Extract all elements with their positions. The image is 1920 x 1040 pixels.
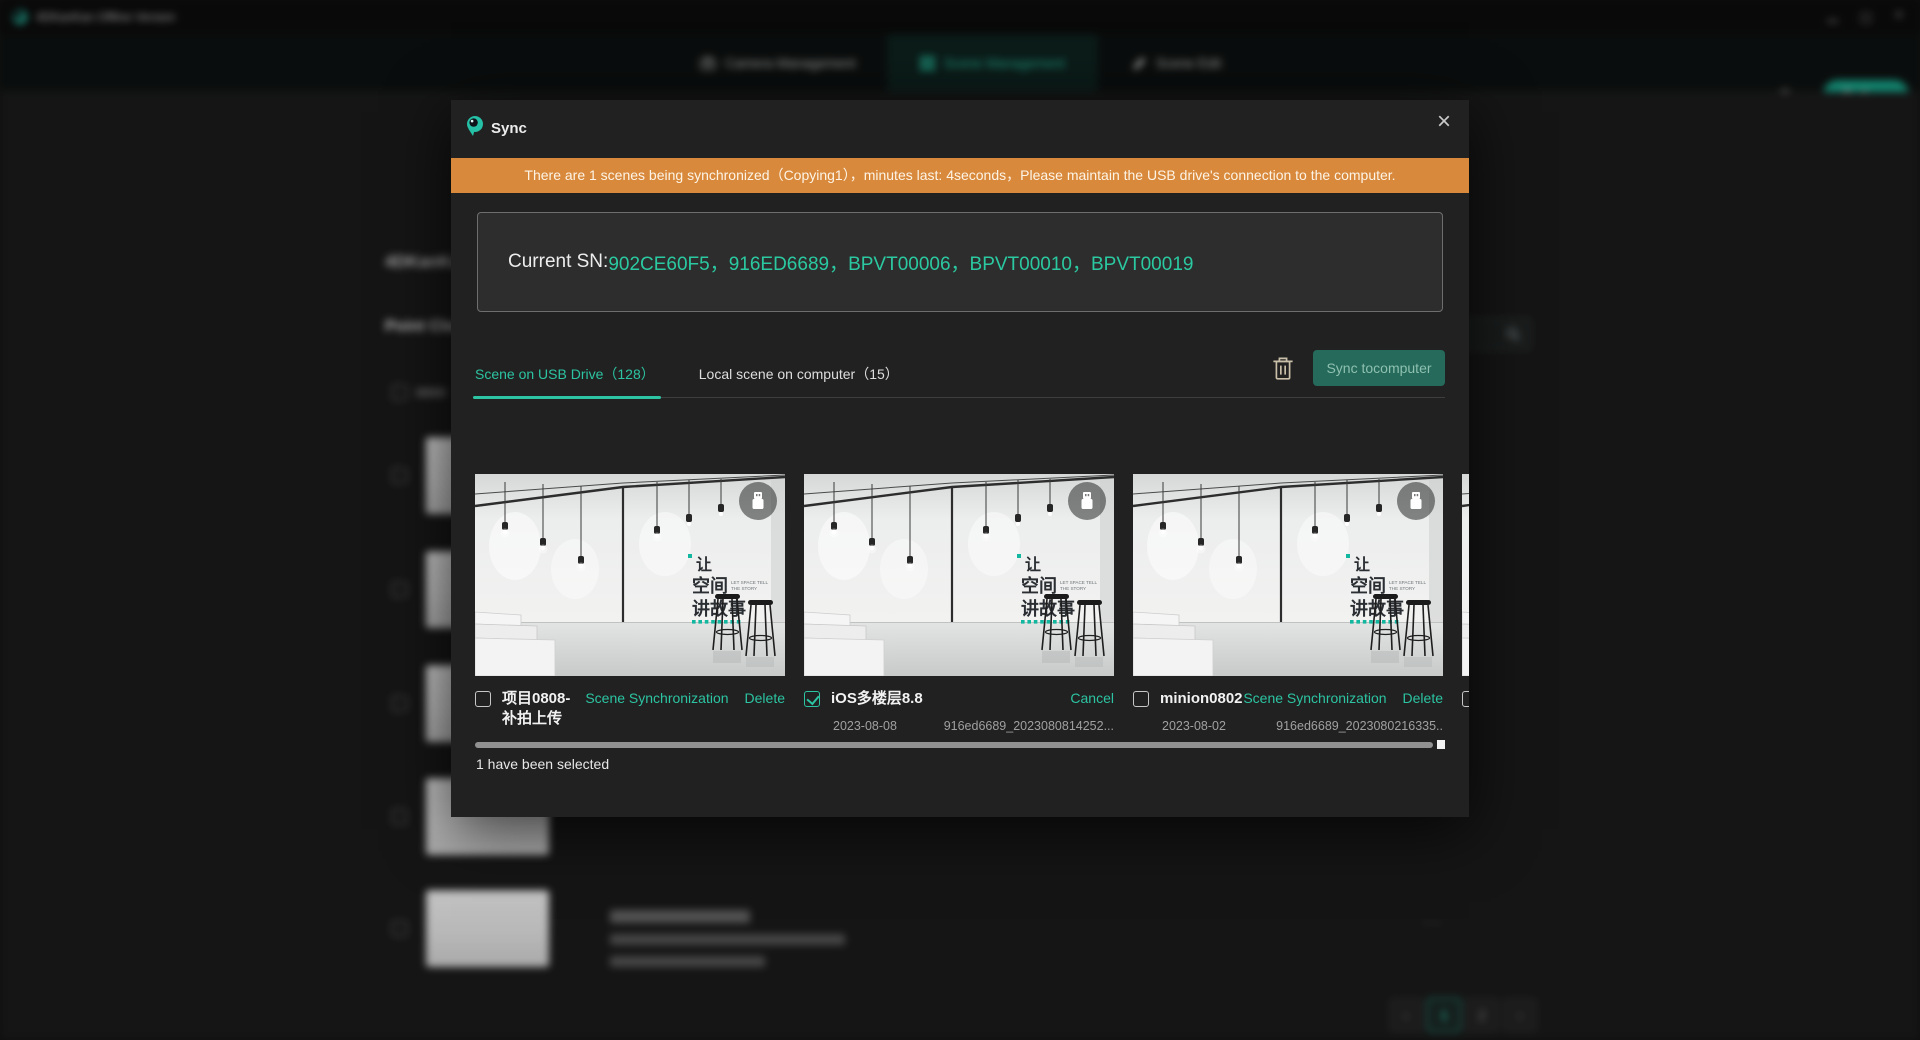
scene-delete-link[interactable]: Delete <box>1403 690 1443 706</box>
scene-delete-link[interactable]: Delete <box>745 690 785 706</box>
scrollbar-end <box>1437 740 1445 749</box>
usb-upload-badge-icon <box>1068 482 1106 520</box>
scene-sync-link[interactable]: Scene Synchronization <box>1243 690 1386 706</box>
tab-local-scenes[interactable]: Local scene on computer（15） <box>699 358 899 397</box>
scene-checkbox[interactable] <box>1133 691 1149 707</box>
sync-dialog: Sync × There are 1 scenes being synchron… <box>451 100 1469 817</box>
current-sn-box: Current SN: 902CE60F5，916ED6689，BPVT0000… <box>477 212 1443 312</box>
trash-icon[interactable] <box>1271 354 1295 382</box>
scene-title: iOS多楼层8.8 <box>831 689 923 709</box>
usb-upload-badge-icon <box>739 482 777 520</box>
scene-source-tabs: Scene on USB Drive（128） Local scene on c… <box>475 358 1445 398</box>
sync-to-computer-button[interactable]: Sync tocomputer <box>1313 350 1445 386</box>
scene-checkbox <box>1462 691 1469 707</box>
dialog-logo-icon <box>465 115 485 137</box>
close-dialog-icon[interactable]: × <box>1437 110 1451 134</box>
scene-card: minion0802 Scene Synchronization Delete … <box>1133 474 1443 739</box>
scrollbar-thumb[interactable] <box>475 742 1433 748</box>
scene-filename: 916ed6689_2023080814252... <box>944 719 1114 733</box>
scene-checkbox[interactable] <box>804 691 820 707</box>
dialog-title: Sync <box>491 120 527 137</box>
scene-date: 2023-08-02 <box>1162 719 1226 733</box>
scene-card-partial <box>1462 474 1469 739</box>
sync-warning-banner: There are 1 scenes being synchronized（Co… <box>451 158 1469 193</box>
scene-sync-link[interactable]: Scene Synchronization <box>585 690 728 706</box>
scene-thumbnail[interactable] <box>475 474 785 676</box>
usb-upload-badge-icon <box>1397 482 1435 520</box>
sn-values: 902CE60F5，916ED6689，BPVT00006，BPVT00010，… <box>608 249 1193 276</box>
scene-title: 项目0808-补拍上传 <box>502 689 585 729</box>
scene-card-list: 项目0808-补拍上传 Scene Synchronization Delete <box>475 474 1469 739</box>
scene-title: minion0802 <box>1160 689 1243 709</box>
scene-card: iOS多楼层8.8 Cancel 2023-08-08 916ed6689_20… <box>804 474 1114 739</box>
scene-date: 2023-08-08 <box>833 719 897 733</box>
tab-usb-scenes[interactable]: Scene on USB Drive（128） <box>475 358 655 397</box>
scene-filename: 916ed6689_2023080216335.. <box>1276 719 1443 733</box>
scene-checkbox[interactable] <box>475 691 491 707</box>
scene-card: 项目0808-补拍上传 Scene Synchronization Delete <box>475 474 785 739</box>
scene-thumbnail[interactable] <box>1133 474 1443 676</box>
sn-label: Current SN: <box>508 251 608 273</box>
scene-thumbnail[interactable] <box>804 474 1114 676</box>
app-window: 4DKanKan Offline Version × Camera Manage… <box>0 0 1920 1040</box>
selected-count-text: 1 have been selected <box>476 756 609 772</box>
horizontal-scrollbar <box>475 740 1445 749</box>
scene-cancel-link[interactable]: Cancel <box>1070 690 1114 706</box>
